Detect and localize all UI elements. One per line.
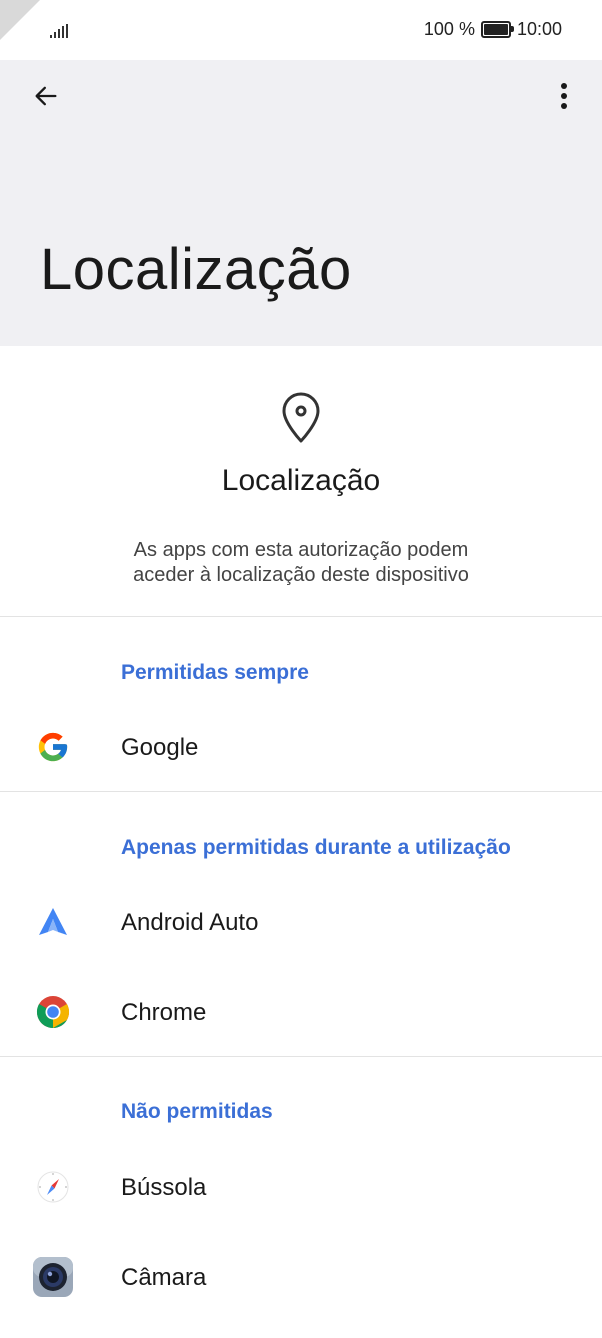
description-line: aceder à localização deste dispositivo [133, 564, 469, 586]
permission-description: As apps com esta autorização podem acede… [60, 538, 542, 588]
app-name: Chrome [121, 999, 207, 1026]
permission-title: Localização [221, 464, 381, 497]
permission-header: Localização As apps com esta autorização… [0, 346, 602, 616]
more-vert-icon [561, 83, 567, 109]
android-auto-icon [36, 905, 70, 939]
back-arrow-icon [35, 86, 57, 106]
divider [0, 616, 602, 617]
app-bar: Localização [0, 60, 602, 346]
location-pin-icon [282, 392, 320, 443]
back-button[interactable] [26, 76, 66, 116]
signal-icon [50, 24, 68, 38]
app-row-camera[interactable]: Câmara [0, 1242, 602, 1312]
divider [0, 1056, 602, 1057]
app-name: Câmara [121, 1264, 207, 1291]
divider [0, 791, 602, 792]
camera-icon [32, 1256, 74, 1298]
app-name: Bússola [121, 1174, 207, 1201]
app-row-android-auto[interactable]: Android Auto [0, 887, 602, 957]
app-row-compass[interactable]: Bússola [0, 1152, 602, 1222]
app-name: Android Auto [121, 909, 259, 936]
more-options-button[interactable] [544, 76, 584, 116]
status-bar: 100 % 10:00 [0, 0, 602, 60]
compass-icon [36, 1170, 70, 1204]
app-row-google[interactable]: Google [0, 712, 602, 782]
section-header-always-allowed: Permitidas sempre [121, 661, 309, 684]
app-name: Google [121, 734, 199, 761]
description-line: As apps com esta autorização podem [133, 539, 469, 561]
app-row-chrome[interactable]: Chrome [0, 977, 602, 1047]
section-header-not-allowed: Não permitidas [121, 1100, 273, 1123]
page-title: Localização [40, 237, 352, 302]
battery-percentage: 100 % [423, 19, 475, 39]
google-icon [36, 730, 70, 764]
battery-icon [480, 21, 514, 38]
clock: 10:00 [516, 19, 562, 39]
section-header-while-in-use: Apenas permitidas durante a utilização [121, 836, 511, 859]
chrome-icon [36, 995, 70, 1029]
